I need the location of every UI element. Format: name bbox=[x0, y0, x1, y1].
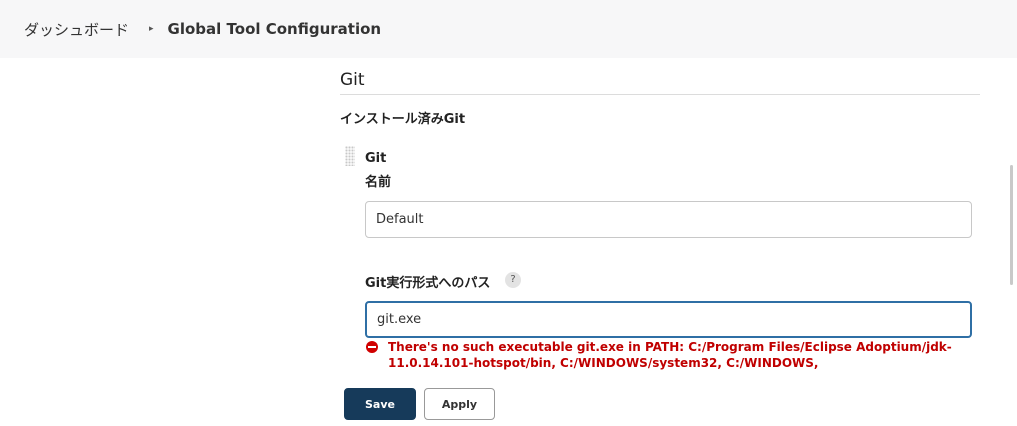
save-button[interactable]: Save bbox=[344, 388, 416, 420]
validation-error-message: There's no such executable git.exe in PA… bbox=[388, 340, 952, 370]
breadcrumb-separator-icon[interactable]: ▸ bbox=[149, 24, 154, 34]
drag-handle-icon[interactable] bbox=[345, 146, 355, 166]
installed-git-heading: インストール済みGit bbox=[340, 112, 466, 127]
help-icon[interactable]: ? bbox=[505, 272, 521, 288]
name-input[interactable] bbox=[365, 201, 972, 238]
name-label: 名前 bbox=[365, 175, 392, 190]
section-divider bbox=[340, 94, 980, 95]
section-title: Git bbox=[340, 70, 365, 90]
error-icon bbox=[366, 341, 378, 353]
breadcrumb-dashboard-link[interactable]: ダッシュボード bbox=[24, 19, 129, 40]
breadcrumb: ダッシュボード ▸ Global Tool Configuration bbox=[0, 0, 1017, 58]
git-path-input[interactable] bbox=[365, 301, 972, 338]
git-path-label: Git実行形式へのパス bbox=[365, 276, 491, 291]
installation-heading: Git bbox=[365, 151, 387, 166]
scrollbar[interactable] bbox=[1010, 165, 1013, 285]
breadcrumb-current-page[interactable]: Global Tool Configuration bbox=[168, 20, 382, 38]
apply-button[interactable]: Apply bbox=[424, 388, 495, 420]
